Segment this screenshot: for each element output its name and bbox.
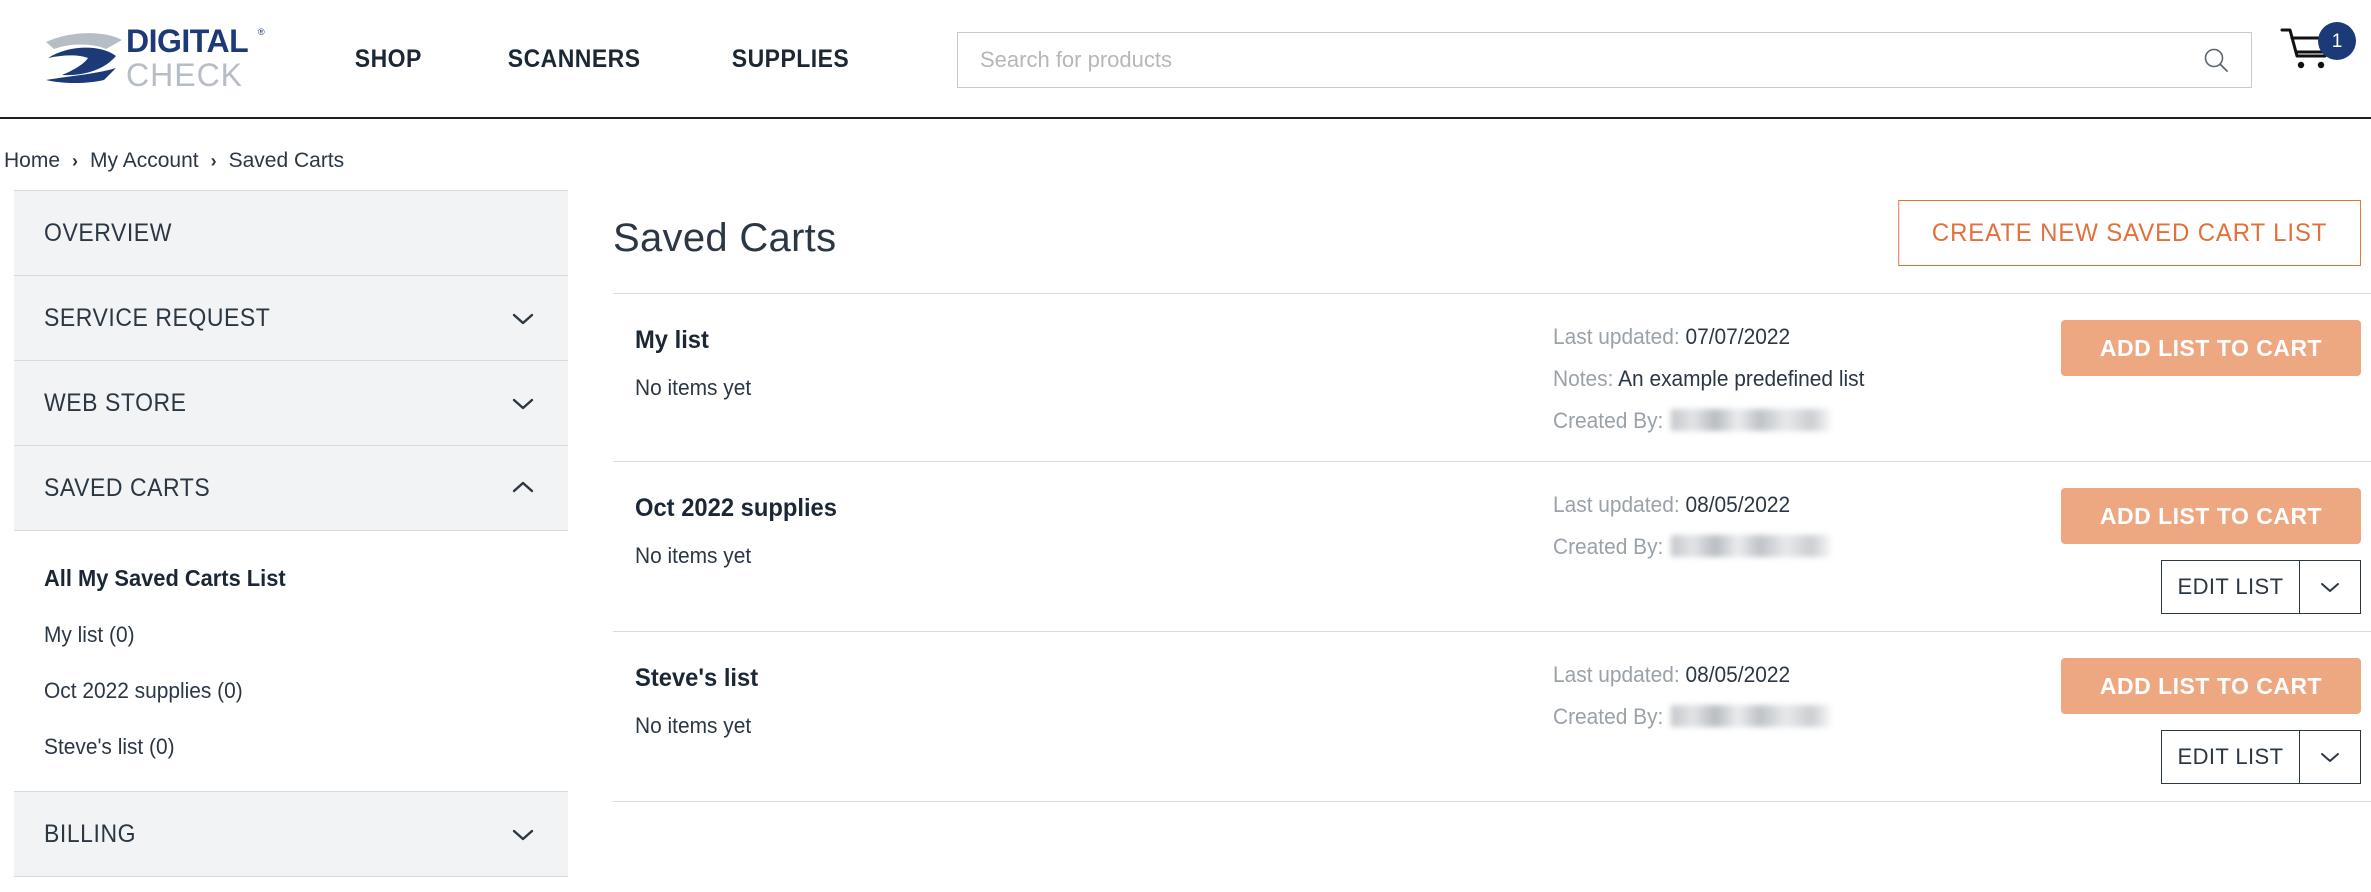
edit-list-dropdown-toggle[interactable] xyxy=(2299,560,2361,614)
svg-text:®: ® xyxy=(258,27,265,37)
sidebar-item-label: WEB STORE xyxy=(44,388,187,417)
saved-cart-name[interactable]: Steve's list xyxy=(635,664,1224,693)
sidebar-subitem-oct-2022-supplies[interactable]: Oct 2022 supplies (0) xyxy=(44,678,513,704)
created-by-line: Created By: xyxy=(1553,408,2047,434)
cart-button[interactable]: 1 xyxy=(2280,22,2356,84)
saved-cart-item-count: No items yet xyxy=(635,375,752,400)
last-updated-value: 08/05/2022 xyxy=(1685,492,1791,517)
nav-item-scanners[interactable]: SCANNERS xyxy=(471,0,677,119)
sidebar-item-label: SAVED CARTS xyxy=(44,473,211,502)
cart-count-badge: 1 xyxy=(2318,22,2356,60)
created-by-line: Created By: xyxy=(1553,534,2047,560)
saved-cart-row-meta: Last updated: 08/05/2022 Created By: xyxy=(1553,662,2073,730)
last-updated-value: 08/05/2022 xyxy=(1685,662,1791,687)
created-by-redacted-value xyxy=(1671,535,1831,557)
last-updated-value: 07/07/2022 xyxy=(1685,324,1791,349)
saved-cart-item-count: No items yet xyxy=(635,713,752,738)
edit-list-button[interactable]: EDIT LIST xyxy=(2161,560,2299,614)
search-input[interactable] xyxy=(958,47,2181,73)
chevron-down-icon xyxy=(512,313,534,325)
last-updated-line: Last updated: 07/07/2022 xyxy=(1553,324,2047,350)
sidebar-item-billing[interactable]: BILLING xyxy=(14,791,568,877)
chevron-down-icon xyxy=(2321,583,2339,592)
created-by-label: Created By: xyxy=(1553,534,1664,559)
search-submit-button[interactable] xyxy=(2181,33,2251,87)
saved-cart-row: My list No items yet Last updated: 07/07… xyxy=(613,294,2371,462)
svg-text:CHECK: CHECK xyxy=(126,57,243,93)
saved-cart-row: Steve's list No items yet Last updated: … xyxy=(613,632,2371,802)
edit-list-button[interactable]: EDIT LIST xyxy=(2161,730,2299,784)
nav-item-shop[interactable]: SHOP xyxy=(318,0,459,119)
chevron-down-icon xyxy=(512,398,534,410)
created-by-redacted-value xyxy=(1671,705,1831,727)
saved-cart-row: Oct 2022 supplies No items yet Last upda… xyxy=(613,462,2371,632)
created-by-label: Created By: xyxy=(1553,408,1664,433)
saved-carts-sublist-title: All My Saved Carts List xyxy=(44,565,286,591)
main-navigation: SHOP SCANNERS SUPPLIES xyxy=(318,0,903,119)
last-updated-label: Last updated: xyxy=(1553,324,1680,349)
created-by-label: Created By: xyxy=(1553,704,1664,729)
sidebar-item-label: SERVICE REQUEST xyxy=(44,303,271,332)
saved-cart-row-actions: ADD LIST TO CART EDIT LIST xyxy=(2061,658,2361,784)
saved-cart-row-meta: Last updated: 08/05/2022 Created By: xyxy=(1553,492,2073,560)
site-logo[interactable]: DIGITAL ® CHECK xyxy=(44,18,272,100)
breadcrumb-item-home[interactable]: Home xyxy=(4,149,60,173)
created-by-redacted-value xyxy=(1671,409,1831,431)
sidebar-subitem-steves-list[interactable]: Steve's list (0) xyxy=(44,734,513,760)
edit-list-split-button: EDIT LIST xyxy=(2161,730,2361,784)
svg-text:DIGITAL: DIGITAL xyxy=(126,23,248,59)
saved-cart-row-info: Steve's list No items yet xyxy=(635,664,1255,739)
notes-line: Notes: An example predefined list xyxy=(1553,366,2047,392)
digital-check-logo: DIGITAL ® CHECK xyxy=(46,23,265,93)
page-body: OVERVIEW SERVICE REQUEST WEB STORE SAVED… xyxy=(0,190,2371,892)
breadcrumb-item-my-account[interactable]: My Account xyxy=(90,149,199,173)
chevron-down-icon xyxy=(512,829,534,841)
breadcrumb-item-saved-carts: Saved Carts xyxy=(228,149,345,172)
last-updated-label: Last updated: xyxy=(1553,492,1680,517)
last-updated-label: Last updated: xyxy=(1553,662,1680,687)
saved-cart-item-count: No items yet xyxy=(635,543,752,568)
chevron-down-icon xyxy=(2321,753,2339,762)
last-updated-line: Last updated: 08/05/2022 xyxy=(1553,662,2047,688)
search-icon xyxy=(2204,48,2228,72)
sidebar-item-service-request[interactable]: SERVICE REQUEST xyxy=(14,275,568,361)
edit-list-dropdown-toggle[interactable] xyxy=(2299,730,2361,784)
breadcrumb: Home › My Account › Saved Carts xyxy=(0,141,344,181)
last-updated-line: Last updated: 08/05/2022 xyxy=(1553,492,2047,518)
saved-cart-row-info: Oct 2022 supplies No items yet xyxy=(635,494,1255,569)
saved-cart-row-info: My list No items yet xyxy=(635,326,1255,401)
saved-cart-row-actions: ADD LIST TO CART EDIT LIST xyxy=(2061,488,2361,614)
page-title: Saved Carts xyxy=(613,216,837,260)
add-list-to-cart-button[interactable]: ADD LIST TO CART xyxy=(2061,488,2361,544)
notes-label: Notes: xyxy=(1553,366,1614,391)
nav-item-supplies[interactable]: SUPPLIES xyxy=(695,0,886,119)
sidebar-item-saved-carts[interactable]: SAVED CARTS xyxy=(14,445,568,531)
saved-cart-name[interactable]: Oct 2022 supplies xyxy=(635,494,1224,523)
add-list-to-cart-button[interactable]: ADD LIST TO CART xyxy=(2061,658,2361,714)
chevron-up-icon xyxy=(512,481,534,493)
search-bar xyxy=(957,32,2252,88)
saved-carts-sublist: All My Saved Carts List My list (0) Oct … xyxy=(14,531,568,792)
sidebar-item-web-store[interactable]: WEB STORE xyxy=(14,360,568,446)
sidebar-item-label: BILLING xyxy=(44,819,137,848)
sidebar-item-overview[interactable]: OVERVIEW xyxy=(14,190,568,276)
create-new-saved-cart-list-button[interactable]: CREATE NEW SAVED CART LIST xyxy=(1898,200,2361,266)
saved-cart-name[interactable]: My list xyxy=(635,326,1224,355)
notes-value: An example predefined list xyxy=(1618,366,1865,391)
main-header: Saved Carts CREATE NEW SAVED CART LIST xyxy=(613,190,2371,294)
main-content: Saved Carts CREATE NEW SAVED CART LIST M… xyxy=(613,190,2371,802)
sidebar-subitem-my-list[interactable]: My list (0) xyxy=(44,622,513,648)
add-list-to-cart-button[interactable]: ADD LIST TO CART xyxy=(2061,320,2361,376)
breadcrumb-separator-icon: › xyxy=(72,150,79,171)
edit-list-split-button: EDIT LIST xyxy=(2161,560,2361,614)
site-header: DIGITAL ® CHECK SHOP SCANNERS SUPPLIES 1 xyxy=(0,0,2371,119)
sidebar-item-label: OVERVIEW xyxy=(44,218,172,247)
saved-cart-row-meta: Last updated: 07/07/2022 Notes: An examp… xyxy=(1553,324,2073,434)
breadcrumb-separator-icon: › xyxy=(210,150,217,171)
created-by-line: Created By: xyxy=(1553,704,2047,730)
saved-cart-row-actions: ADD LIST TO CART xyxy=(2061,320,2361,376)
account-sidebar: OVERVIEW SERVICE REQUEST WEB STORE SAVED… xyxy=(14,190,568,877)
